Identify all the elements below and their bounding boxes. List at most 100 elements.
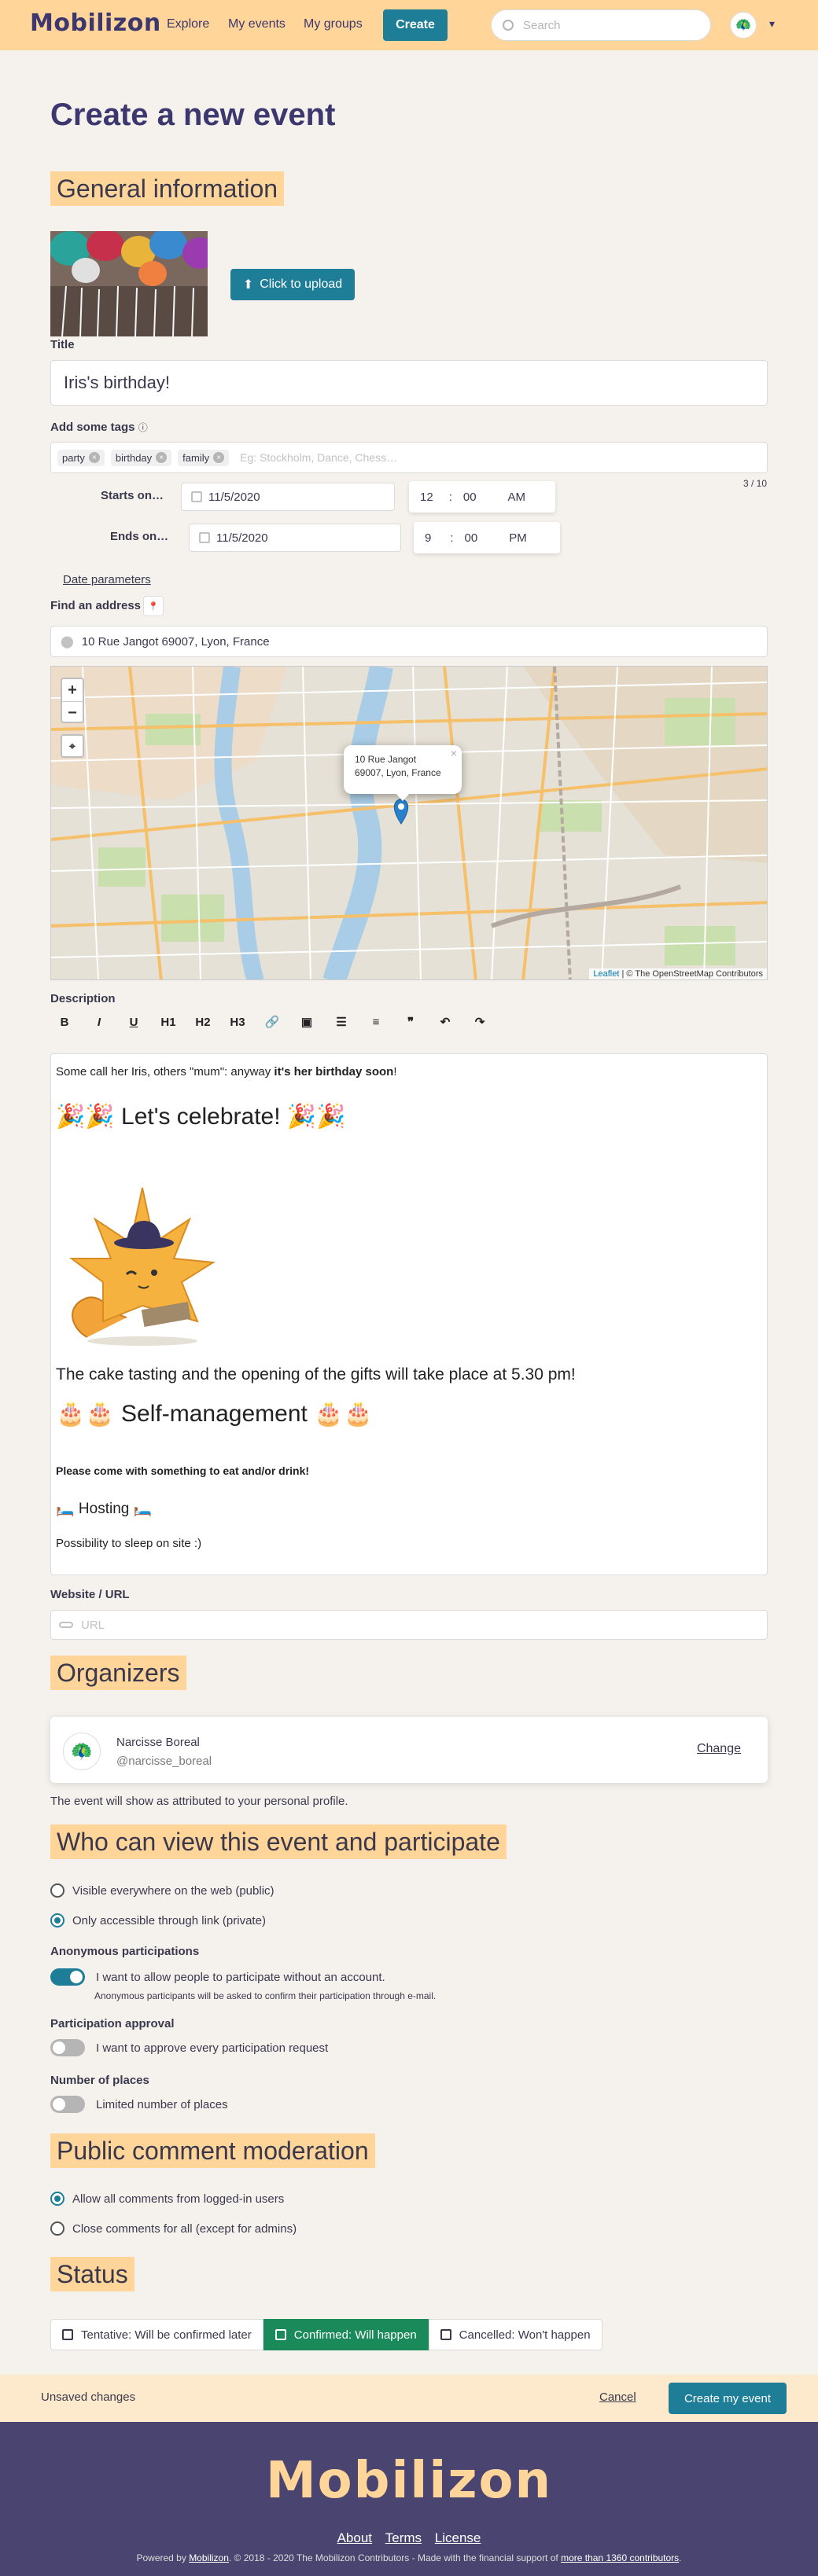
locate-icon[interactable]: 📍 bbox=[143, 596, 164, 616]
create-event-button[interactable]: Create my event bbox=[669, 2383, 787, 2414]
approval-toggle[interactable]: I want to approve every participation re… bbox=[50, 2039, 328, 2056]
date-parameters-link[interactable]: Date parameters bbox=[63, 573, 151, 586]
url-input[interactable]: URL bbox=[50, 1610, 768, 1640]
user-avatar[interactable]: 🦚 bbox=[730, 12, 757, 39]
footer-links: About Terms License bbox=[0, 2530, 818, 2546]
status-selector: Tentative: Will be confirmed later Confi… bbox=[50, 2319, 602, 2350]
address-input[interactable]: ⬤ 10 Rue Jangot 69007, Lyon, France bbox=[50, 626, 768, 657]
starts-label: Starts on… bbox=[101, 489, 164, 502]
footer-about-link[interactable]: About bbox=[337, 2530, 372, 2545]
remove-tag-icon[interactable]: × bbox=[88, 452, 100, 463]
tag-chip: party × bbox=[57, 449, 105, 466]
description-editor[interactable]: Some call her Iris, others "mum": anyway… bbox=[50, 1053, 768, 1575]
undo-icon[interactable]: ↶ bbox=[431, 1010, 459, 1034]
nav-my-events[interactable]: My events bbox=[228, 17, 286, 31]
footer-license-link[interactable]: License bbox=[435, 2530, 481, 2545]
end-hour[interactable]: 9 bbox=[425, 531, 431, 545]
end-minute[interactable]: 00 bbox=[465, 531, 478, 545]
tags-label: Add some tags ⓘ bbox=[50, 421, 148, 434]
start-minute[interactable]: 00 bbox=[463, 491, 477, 504]
status-tentative-button[interactable]: Tentative: Will be confirmed later bbox=[50, 2319, 263, 2350]
start-date-input[interactable]: 11/5/2020 bbox=[181, 483, 395, 511]
unsaved-changes-text: Unsaved changes bbox=[41, 2390, 136, 2404]
calendar-icon bbox=[191, 491, 202, 502]
visibility-public-radio[interactable]: Visible everywhere on the web (public) bbox=[50, 1883, 275, 1898]
organizer-note: The event will show as attributed to you… bbox=[50, 1795, 348, 1808]
desc-cake-text: The cake tasting and the opening of the … bbox=[56, 1365, 576, 1384]
leaflet-link[interactable]: Leaflet bbox=[593, 969, 619, 979]
zoom-out-icon[interactable]: − bbox=[62, 702, 83, 724]
calendar-check-icon bbox=[275, 2329, 286, 2340]
anonymous-note: Anonymous participants will be asked to … bbox=[94, 1990, 437, 2001]
cancel-button[interactable]: Cancel bbox=[599, 2390, 636, 2404]
upload-button[interactable]: ⬆ Click to upload bbox=[230, 269, 355, 300]
start-time-picker[interactable]: 12 : 00 AM bbox=[409, 481, 555, 513]
create-button[interactable]: Create bbox=[383, 9, 448, 41]
tags-input[interactable]: party × birthday × family × Eg: Stockholm, … bbox=[50, 442, 768, 473]
end-time-picker[interactable]: 9 : 00 PM bbox=[414, 522, 560, 553]
desc-paragraph: Some call her Iris, others "mum": anyway… bbox=[56, 1065, 397, 1079]
location-pin-icon: ⬤ bbox=[61, 635, 74, 649]
places-label: Number of places bbox=[50, 2074, 149, 2087]
search-icon bbox=[503, 20, 514, 31]
comments-close-radio[interactable]: Close comments for all (except for admin… bbox=[50, 2221, 297, 2236]
footer-terms-link[interactable]: Terms bbox=[385, 2530, 422, 2545]
end-ampm[interactable]: PM bbox=[509, 531, 527, 545]
visibility-heading: Who can view this event and participate bbox=[50, 1825, 507, 1859]
quote-icon[interactable]: ❞ bbox=[396, 1010, 425, 1034]
underline-button[interactable]: U bbox=[120, 1010, 148, 1034]
redo-icon[interactable]: ↷ bbox=[466, 1010, 494, 1034]
chevron-down-icon[interactable]: ▾ bbox=[769, 17, 775, 31]
mobilizon-link[interactable]: Mobilizon bbox=[189, 2552, 229, 2563]
map[interactable]: + − ⌖ × 10 Rue Jangot 69007, Lyon, Franc… bbox=[50, 666, 768, 980]
zoom-control[interactable]: + − bbox=[61, 678, 84, 723]
nav-explore[interactable]: Explore bbox=[167, 17, 209, 31]
comment-moderation-heading: Public comment moderation bbox=[50, 2133, 375, 2168]
tags-counter: 3 / 10 bbox=[743, 478, 768, 489]
tag-chip: family × bbox=[178, 449, 230, 466]
organizers-heading: Organizers bbox=[50, 1655, 186, 1690]
anonymous-label: Anonymous participations bbox=[50, 1945, 200, 1958]
calendar-icon bbox=[199, 532, 210, 543]
start-ampm[interactable]: AM bbox=[508, 491, 526, 504]
search-placeholder: Search bbox=[523, 18, 561, 32]
organizer-card: 🦚 Narcisse Boreal @narcisse_boreal Chang… bbox=[50, 1717, 768, 1783]
desc-heading-celebrate: 🎉🎉 Let's celebrate! 🎉🎉 bbox=[56, 1104, 346, 1130]
heading1-button[interactable]: H1 bbox=[154, 1010, 182, 1034]
italic-button[interactable]: I bbox=[85, 1010, 113, 1034]
places-toggle[interactable]: Limited number of places bbox=[50, 2096, 228, 2113]
page-title: Create a new event bbox=[50, 97, 336, 132]
heading3-button[interactable]: H3 bbox=[223, 1010, 252, 1034]
nav-my-groups[interactable]: My groups bbox=[304, 17, 363, 31]
start-hour[interactable]: 12 bbox=[420, 491, 433, 504]
bold-button[interactable]: B bbox=[50, 1010, 79, 1034]
title-input[interactable]: Iris's birthday! bbox=[50, 360, 768, 406]
image-icon[interactable]: ▣ bbox=[293, 1010, 321, 1034]
mobilizon-logo[interactable]: Mobilizon bbox=[30, 9, 161, 37]
desc-hosting-heading: 🛏️ Hosting 🛏️ bbox=[56, 1501, 153, 1517]
anonymous-toggle[interactable]: I want to allow people to participate wi… bbox=[50, 1968, 385, 1986]
ordered-list-icon[interactable]: ≡ bbox=[362, 1010, 390, 1034]
top-navbar: Mobilizon Explore My events My groups Cr… bbox=[0, 0, 818, 50]
visibility-private-radio[interactable]: Only accessible through link (private) bbox=[50, 1913, 266, 1927]
remove-tag-icon[interactable]: × bbox=[156, 452, 168, 463]
status-cancelled-button[interactable]: Cancelled: Won't happen bbox=[428, 2319, 602, 2350]
heading2-button[interactable]: H2 bbox=[189, 1010, 217, 1034]
remove-tag-icon[interactable]: × bbox=[213, 452, 225, 463]
link-icon bbox=[59, 1622, 73, 1628]
close-icon[interactable]: × bbox=[451, 747, 457, 760]
organizer-handle: @narcisse_boreal bbox=[116, 1755, 212, 1768]
change-organizer-link[interactable]: Change bbox=[697, 1742, 741, 1756]
contributors-link[interactable]: more than 1360 contributors bbox=[561, 2552, 679, 2563]
event-picture bbox=[50, 231, 208, 336]
editor-toolbar: B I U H1 H2 H3 🔗 ▣ ☰ ≡ ❞ ↶ ↷ bbox=[50, 1010, 494, 1034]
help-icon: ⓘ bbox=[138, 422, 148, 433]
comments-allow-radio[interactable]: Allow all comments from logged-in users bbox=[50, 2192, 284, 2206]
zoom-in-icon[interactable]: + bbox=[62, 679, 83, 702]
geolocate-icon[interactable]: ⌖ bbox=[61, 734, 84, 758]
link-icon[interactable]: 🔗 bbox=[258, 1010, 286, 1034]
bullet-list-icon[interactable]: ☰ bbox=[327, 1010, 356, 1034]
end-date-input[interactable]: 11/5/2020 bbox=[189, 524, 401, 552]
status-confirmed-button[interactable]: Confirmed: Will happen bbox=[263, 2319, 429, 2350]
search-input[interactable]: Search bbox=[491, 9, 711, 41]
